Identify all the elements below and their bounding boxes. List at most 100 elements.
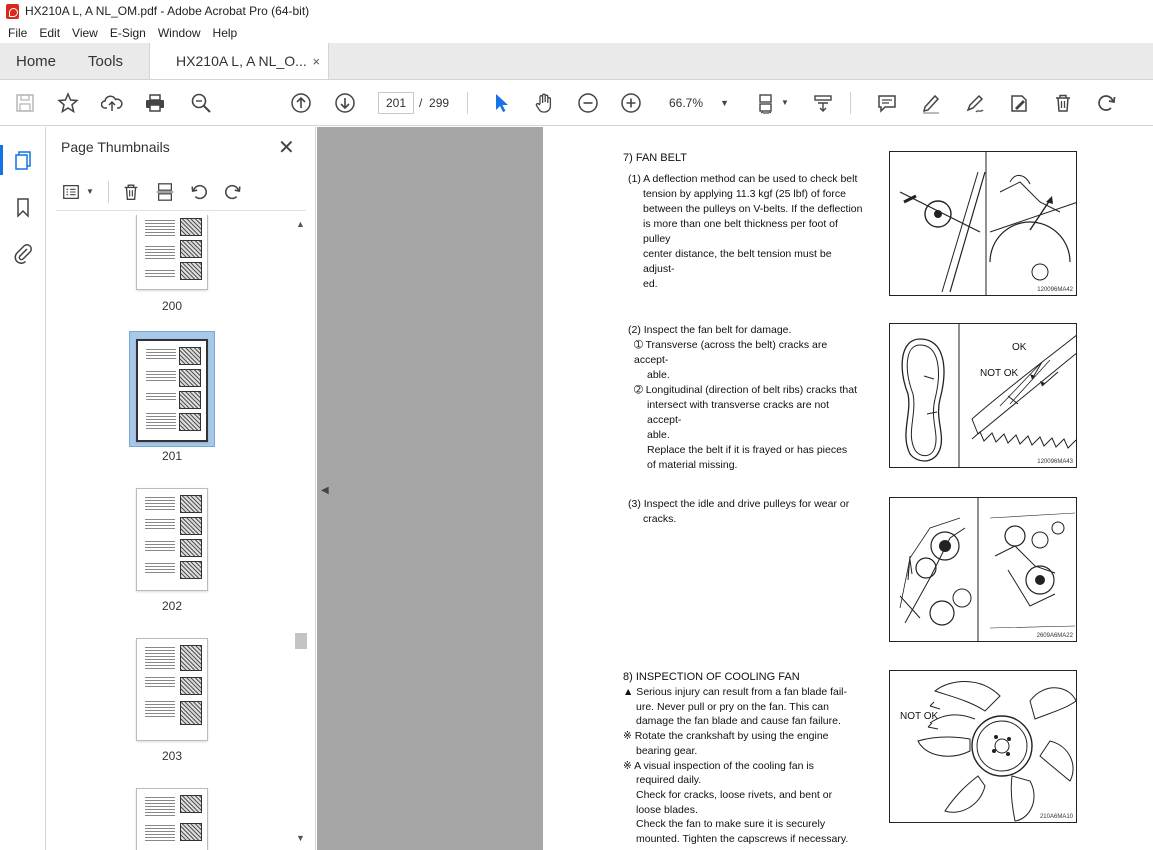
figure-cooling-fan: NOT OK 210A6MA10 [889,670,1077,823]
text-line: mounted. Tighten the capscrews if necess… [636,833,849,846]
zoom-dropdown-icon: ▼ [720,98,729,108]
panel-title: Page Thumbnails [61,139,170,155]
delete-icon[interactable] [1050,90,1076,116]
panel-divider [108,181,109,203]
text-line: ➁ Longitudinal (direction of belt ribs) … [634,384,857,396]
tab-home[interactable]: Home [0,43,72,79]
redo-icon[interactable] [1094,90,1120,116]
label-not-ok: NOT OK [900,711,939,722]
zoom-value: 66.7% [669,96,704,110]
thumbnail-page[interactable] [136,788,208,850]
options-menu-icon[interactable] [58,179,84,205]
scroll-up-icon[interactable]: ▲ [296,219,305,229]
page-down-icon[interactable] [332,90,358,116]
sign-icon[interactable] [962,90,988,116]
thumbnail-label: 200 [161,299,183,313]
text-line: Replace the belt if it is frayed or has … [647,444,848,456]
comment-icon[interactable] [874,90,900,116]
menu-window[interactable]: Window [152,26,207,40]
star-icon[interactable] [55,90,81,116]
left-tool-rail [0,127,46,850]
page-fit-dropdown-icon[interactable]: ▼ [781,98,789,107]
paragraph-pulleys: (3) Inspect the idle and drive pulleys f… [628,497,863,527]
rail-active-indicator [0,145,3,175]
tab-document[interactable]: HX210A L, A NL_O... × [149,43,330,79]
panel-close-button[interactable]: ✕ [278,135,295,160]
thumbnail-page-selected[interactable] [136,339,208,442]
text-line: Check for cracks, loose rivets, and bent… [636,788,833,801]
thumbnail-page[interactable] [136,488,208,591]
collapse-panel-icon[interactable]: ◀ [321,485,329,496]
zoom-select[interactable]: 66.7% ▼ [663,92,735,114]
zoom-out-icon[interactable] [575,90,601,116]
page-up-icon[interactable] [288,90,314,116]
tab-document-label: HX210A L, A NL_O... [176,53,307,69]
text-line: is more than one belt thickness per foot… [643,218,838,245]
text-line: center distance, the belt tension must b… [643,248,832,275]
page-separator: / [419,96,423,110]
text-line: ed. [643,278,658,290]
text-line: between the pulleys on V-belts. If the d… [643,203,863,215]
page-number-input[interactable]: 201 [378,92,414,114]
tab-close-button[interactable]: × [312,54,320,69]
thumbnail-page[interactable] [136,638,208,741]
delete-page-icon[interactable] [118,179,144,205]
hand-icon[interactable] [531,90,557,116]
page-thumbnails-icon[interactable] [10,147,36,173]
bookmark-icon[interactable] [10,194,36,220]
section-heading: 8) INSPECTION OF COOLING FAN [623,671,800,683]
menu-help[interactable]: Help [207,26,244,40]
text-line: cracks. [643,513,677,525]
acrobat-logo-icon [6,3,19,19]
figure-belt-tension-gauge: 120096MA42 [889,151,1077,296]
upload-icon[interactable] [99,90,125,116]
thumbnail-page[interactable] [136,215,208,290]
rotate-left-icon[interactable] [186,179,212,205]
figure-belt-cracks: OK NOT OK 120096MA43 [889,323,1077,468]
thumbnail-label: 201 [161,449,183,463]
text-line: bearing gear. [636,744,698,757]
text-line: ➀ Transverse (across the belt) cracks ar… [634,339,828,366]
rotate-right-icon[interactable] [220,179,246,205]
figure-code: 210A6MA10 [1039,814,1073,820]
page-fit-icon[interactable] [754,90,780,116]
tab-tools[interactable]: Tools [72,43,139,79]
text-line: able. [647,369,670,381]
select-cursor-icon[interactable] [488,90,514,116]
menu-view[interactable]: View [66,26,104,40]
scrollbar-thumb[interactable] [295,633,307,649]
zoom-in-icon[interactable] [618,90,644,116]
text-line: loose blades. [636,803,698,816]
save-icon[interactable] [12,90,38,116]
attachment-icon[interactable] [10,240,36,266]
text-line: required daily. [636,774,702,787]
text-line: (1) A deflection method can be used to c… [628,173,858,185]
page-thumbnails-panel: Page Thumbnails ✕ ▼ 200 201 202 203 ▲ ▼ [46,127,316,850]
print-icon[interactable] [142,90,168,116]
highlight-icon[interactable] [918,90,944,116]
section-heading: 7) FAN BELT [623,152,687,164]
menu-file[interactable]: File [2,26,33,40]
figure-code: 2609A6MA22 [1036,633,1073,639]
thumbnail-scrollbar[interactable]: ▲ ▼ [294,215,308,850]
document-viewport[interactable]: ◀ 7) FAN BELT (1) A deflection method ca… [317,127,1153,850]
menu-bar: File Edit View E-Sign Window Help [0,22,1153,43]
text-line: damage the fan blade and cause fan failu… [636,715,841,728]
page-total-count: 299 [429,96,450,110]
toolbar-divider [467,92,468,114]
paragraph-cooling-fan: ▲ Serious injury can result from a fan b… [623,685,863,847]
menu-edit[interactable]: Edit [33,26,66,40]
scroll-down-icon[interactable]: ▼ [296,833,305,843]
text-line: intersect with transverse cracks are not… [647,399,830,426]
scroll-mode-icon[interactable] [810,90,836,116]
insert-page-icon[interactable] [152,179,178,205]
menu-esign[interactable]: E-Sign [104,26,152,40]
figure-code: 120096MA43 [1037,459,1073,465]
search-icon[interactable] [188,90,214,116]
text-line: tension by applying 11.3 kgf (25 lbf) of… [643,188,846,200]
thumbnail-label: 203 [161,749,183,763]
figure-pulleys: 2609A6MA22 [889,497,1077,642]
options-dropdown-icon[interactable]: ▼ [86,187,94,196]
toolbar-divider [850,92,851,114]
edit-icon[interactable] [1006,90,1032,116]
